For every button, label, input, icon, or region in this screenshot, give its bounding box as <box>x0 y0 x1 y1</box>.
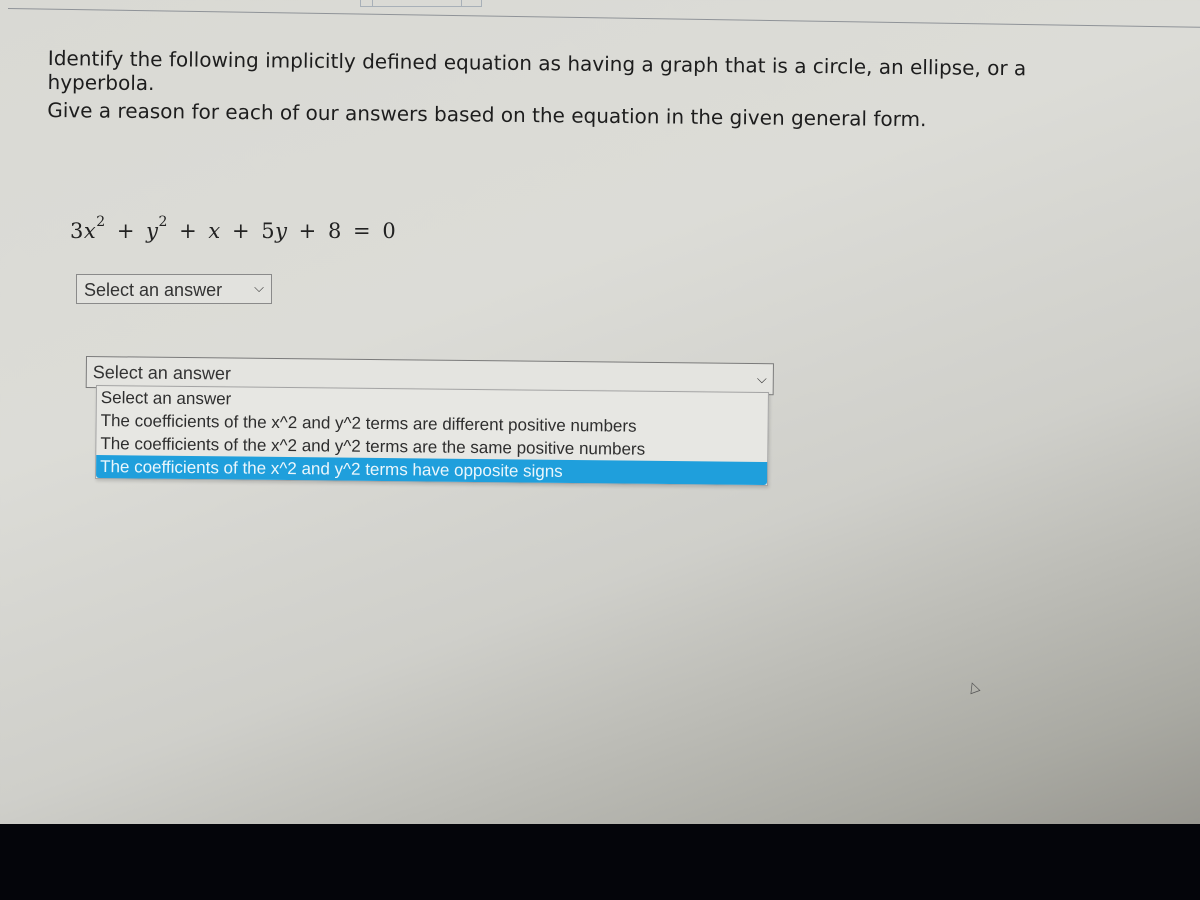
eq-op: + <box>298 219 317 243</box>
eq-coef: 3 <box>70 219 84 243</box>
eq-rhs: 0 <box>382 219 397 243</box>
question-line-1b: hyperbola. <box>47 69 155 96</box>
question-line-1: Identify the following implicitly define… <box>47 46 1027 81</box>
eq-exp: 2 <box>96 214 106 230</box>
top-tab-2 <box>372 0 482 7</box>
eq-var: y <box>275 219 288 243</box>
divider <box>7 8 1200 28</box>
reason-options-list: Select an answer The coefficients of the… <box>95 385 769 487</box>
shape-select-value: Select an answer <box>84 280 223 300</box>
eq-var: y <box>146 219 159 243</box>
eq-op: + <box>116 219 135 243</box>
chevron-down-icon: ⌵ <box>756 371 767 387</box>
chevron-down-icon: ⌵ <box>254 280 264 295</box>
eq-coef: 5 <box>261 219 276 243</box>
eq-var: x <box>208 219 221 243</box>
reason-select-value: Select an answer <box>92 362 232 384</box>
equation: 3x2 + y2 + x + 5y + 8 = 0 <box>70 214 397 243</box>
eq-var: x <box>83 219 97 243</box>
eq-const: 8 <box>327 219 342 243</box>
eq-op: + <box>231 219 251 243</box>
question-text: Identify the following implicitly define… <box>47 46 1148 134</box>
shape-answer-select[interactable]: Select an answer ⌵ <box>76 274 272 304</box>
screen-bezel <box>0 824 1200 900</box>
eq-equals: = <box>353 219 372 243</box>
eq-exp: 2 <box>158 214 168 230</box>
eq-op: + <box>179 219 198 243</box>
mouse-cursor-icon: △ <box>965 676 982 696</box>
